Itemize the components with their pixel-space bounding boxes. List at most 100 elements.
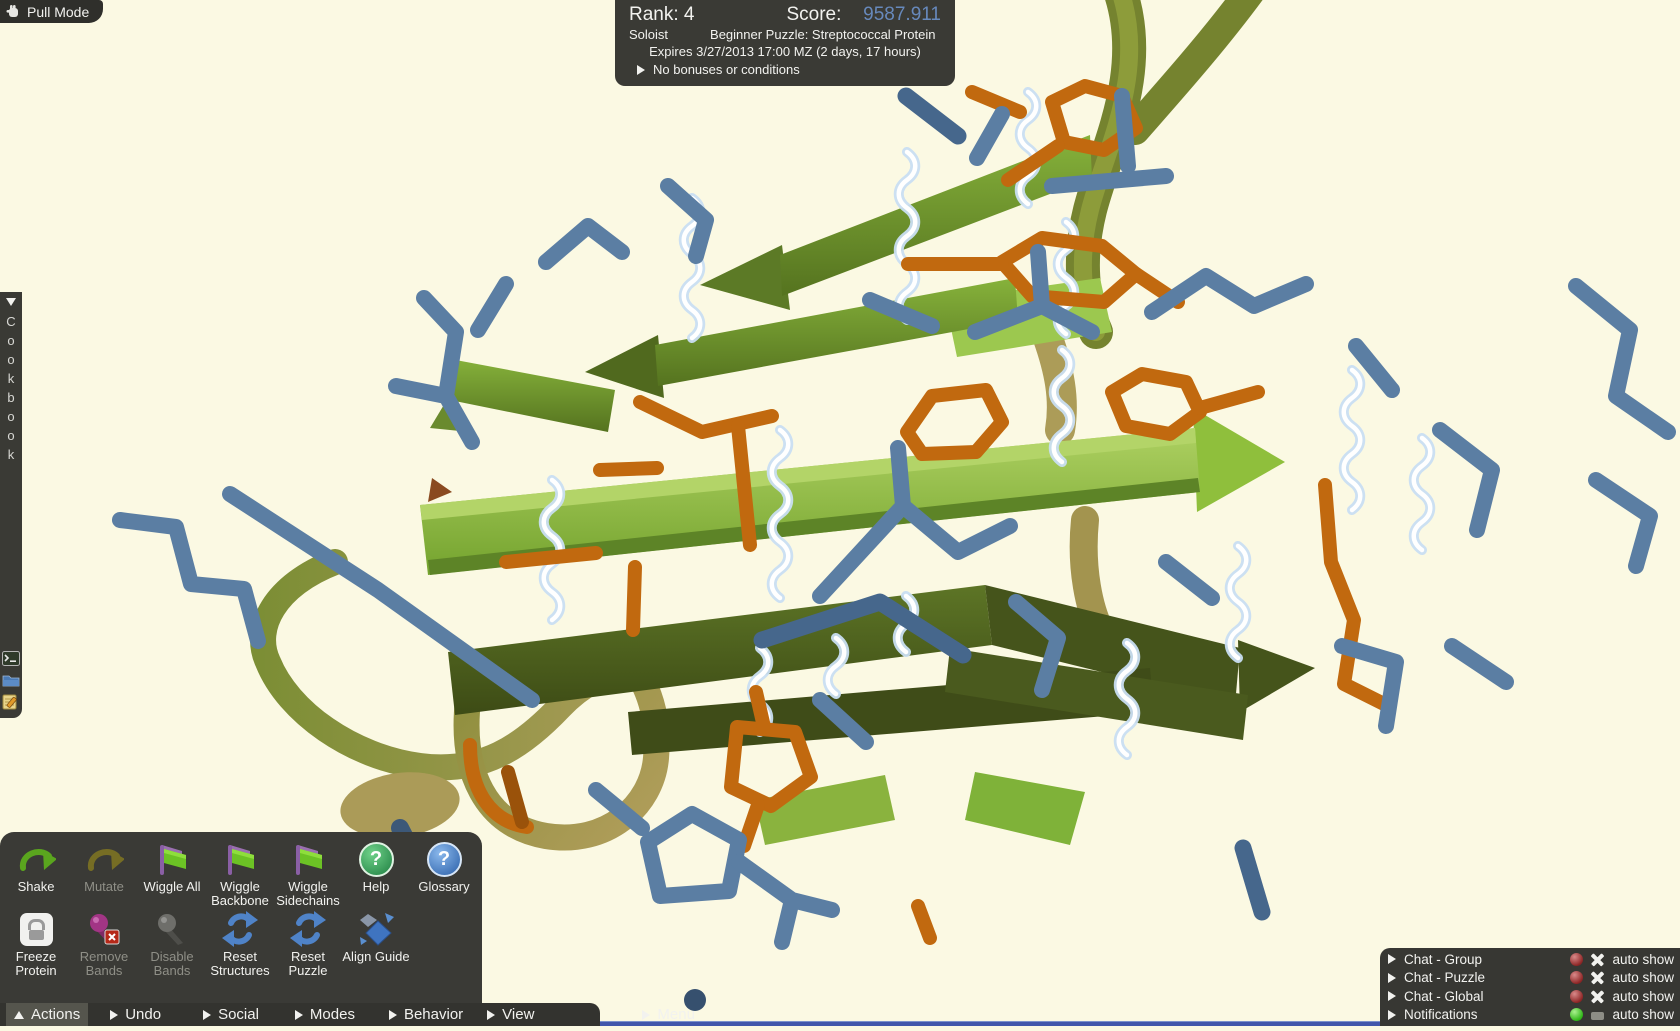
triangle-up-icon [14, 1011, 24, 1019]
glossary-button[interactable]: ? Glossary [410, 840, 478, 908]
wiggle-flag-icon [288, 840, 328, 878]
auto-show-checked-icon[interactable] [1591, 971, 1604, 984]
disable-bands-label: Disable Bands [138, 950, 206, 978]
auto-show-label: auto show [1612, 952, 1674, 967]
foldit-game-window: { "pull_mode": { "label": "Pull Mode" },… [0, 0, 1680, 1026]
menu-tab-behavior[interactable]: Behavior [381, 1003, 471, 1026]
reset-arrows-icon [290, 910, 326, 948]
chat-row-global[interactable]: Chat - Global auto show [1388, 987, 1674, 1005]
conditions-label: No bonuses or conditions [653, 62, 800, 77]
cookbook-tab[interactable]: Cookbook [0, 292, 22, 718]
triangle-right-icon [637, 65, 645, 75]
chat-row-label: Chat - Global [1404, 989, 1484, 1004]
wiggle-backbone-label: Wiggle Backbone [206, 880, 274, 908]
chat-row-notifications[interactable]: Notifications auto show [1388, 1006, 1674, 1024]
triangle-right-icon [110, 1010, 118, 1020]
menu-tab-view[interactable]: View [479, 1003, 542, 1026]
rank-label: Rank: 4 [629, 4, 694, 26]
triangle-right-icon [203, 1010, 211, 1020]
auto-show-label: auto show [1612, 970, 1674, 985]
chat-row-puzzle[interactable]: Chat - Puzzle auto show [1388, 969, 1674, 987]
menu-tab-label: Behavior [404, 1006, 463, 1023]
menu-tab-label: Modes [310, 1006, 355, 1023]
chat-panel: Chat - Group auto show Chat - Puzzle aut… [1380, 948, 1680, 1026]
status-ball-red-icon [1570, 953, 1583, 966]
mutate-label: Mutate [84, 880, 124, 894]
auto-show-label: auto show [1612, 1007, 1674, 1022]
terminal-icon[interactable] [2, 651, 20, 666]
wiggle-all-button[interactable]: Wiggle All [138, 840, 206, 908]
group-label: Soloist [629, 27, 668, 42]
help-button[interactable]: ? Help [342, 840, 410, 908]
auto-show-checked-icon[interactable] [1591, 953, 1604, 966]
status-ball-red-icon [1570, 990, 1583, 1003]
auto-show-checked-icon[interactable] [1591, 990, 1604, 1003]
menu-tab-modes[interactable]: Modes [287, 1003, 363, 1026]
chat-row-label: Chat - Group [1404, 952, 1482, 967]
help-label: Help [363, 880, 390, 894]
freeze-protein-button[interactable]: Freeze Protein [2, 910, 70, 978]
reset-structures-button[interactable]: Reset Structures [206, 910, 274, 978]
reset-puzzle-button[interactable]: Reset Puzzle [274, 910, 342, 978]
menu-tab-menu[interactable]: Menu [634, 1003, 703, 1026]
notepad-edit-icon[interactable] [2, 694, 20, 710]
reset-structures-label: Reset Structures [206, 950, 274, 978]
menu-tab-undo[interactable]: Undo [102, 1003, 169, 1026]
wiggle-backbone-button[interactable]: Wiggle Backbone [206, 840, 274, 908]
chat-row-label: Notifications [1404, 1007, 1478, 1022]
chat-row-label: Chat - Puzzle [1404, 970, 1485, 985]
menu-tab-label: View [502, 1006, 534, 1023]
menu-tab-label: Social [218, 1006, 259, 1023]
auto-show-unchecked-icon[interactable] [1591, 1012, 1604, 1020]
remove-bands-label: Remove Bands [70, 950, 138, 978]
puzzle-title: Beginner Puzzle: Streptococcal Protein [710, 27, 935, 42]
status-ball-red-icon [1570, 971, 1583, 984]
menu-tab-social[interactable]: Social [195, 1003, 267, 1026]
reset-arrows-icon [222, 910, 258, 948]
menu-tab-label: Undo [125, 1006, 161, 1023]
pull-mode-button[interactable]: Pull Mode [0, 0, 103, 23]
align-guide-button[interactable]: Align Guide [342, 910, 410, 978]
mutate-arrow-icon [84, 840, 124, 878]
wiggle-flag-icon [152, 840, 192, 878]
status-ball-green-icon [1570, 1008, 1583, 1021]
pull-mode-label: Pull Mode [27, 4, 89, 20]
pull-hand-icon [6, 4, 21, 19]
shake-button[interactable]: Shake [2, 840, 70, 908]
pushpin-remove-icon [85, 910, 123, 948]
menu-tab-label: Menu [657, 1006, 695, 1023]
mutate-button[interactable]: Mutate [70, 840, 138, 908]
wiggle-sidechains-button[interactable]: Wiggle Sidechains [274, 840, 342, 908]
menu-tab-label: Actions [31, 1006, 80, 1023]
pushpin-disabled-icon [153, 910, 191, 948]
shake-arrow-icon [16, 840, 56, 878]
folder-icon[interactable] [2, 673, 20, 687]
disable-bands-button[interactable]: Disable Bands [138, 910, 206, 978]
align-guide-label: Align Guide [342, 950, 409, 964]
cookbook-label: Cookbook [4, 314, 19, 466]
score-panel: Rank: 4 Score: 9587.911 Soloist Beginner… [615, 0, 955, 86]
wiggle-flag-icon [220, 840, 260, 878]
wiggle-all-label: Wiggle All [143, 880, 200, 894]
align-diamond-icon [357, 910, 395, 948]
triangle-right-icon [642, 1010, 650, 1020]
chat-row-group[interactable]: Chat - Group auto show [1388, 950, 1674, 968]
triangle-right-icon [1388, 973, 1396, 983]
remove-bands-button[interactable]: Remove Bands [70, 910, 138, 978]
triangle-right-icon [295, 1010, 303, 1020]
reset-puzzle-label: Reset Puzzle [274, 950, 342, 978]
triangle-right-icon [389, 1010, 397, 1020]
wiggle-sidechains-label: Wiggle Sidechains [274, 880, 342, 908]
lock-icon [20, 910, 53, 948]
score-value: 9587.911 [863, 4, 941, 26]
glossary-question-icon: ? [427, 840, 462, 878]
auto-show-label: auto show [1612, 989, 1674, 1004]
actions-palette: Shake Mutate Wiggle All [0, 832, 482, 1003]
menu-tab-actions[interactable]: Actions [6, 1003, 88, 1026]
conditions-row[interactable]: No bonuses or conditions [629, 62, 941, 77]
triangle-down-icon [6, 298, 16, 306]
glossary-label: Glossary [418, 880, 469, 894]
triangle-right-icon [487, 1010, 495, 1020]
triangle-right-icon [1388, 1010, 1396, 1020]
triangle-right-icon [1388, 991, 1396, 1001]
